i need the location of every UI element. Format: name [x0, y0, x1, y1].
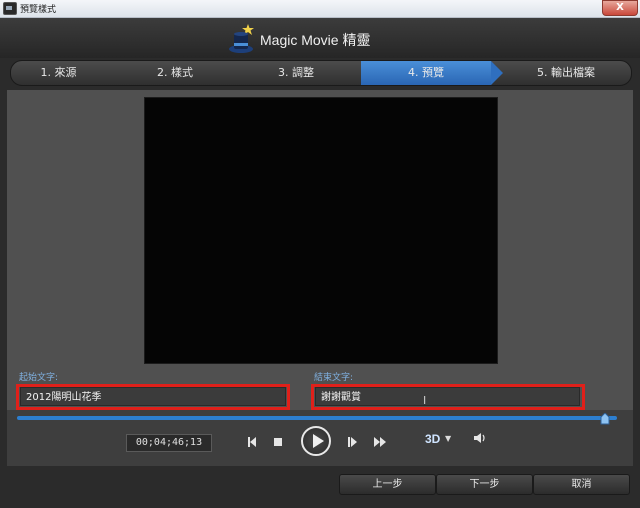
previous-step-button[interactable]: 上一步	[339, 474, 436, 495]
highlight-box-end	[311, 384, 585, 410]
step-label: 4. 預覽	[408, 66, 444, 79]
playback-progress-bar[interactable]	[17, 416, 617, 420]
preview-style-window: 預覽樣式 X Magic Movie 精靈 1. 來源 2. 樣式 3. 調整 …	[0, 0, 640, 508]
app-icon	[3, 2, 17, 15]
video-preview	[144, 97, 498, 364]
step-preview[interactable]: 4. 預覽	[361, 61, 491, 85]
highlight-box-start	[16, 384, 290, 410]
window-title: 預覽樣式	[20, 5, 57, 15]
title-bar: 預覽樣式 X	[0, 0, 640, 18]
end-text-label: 結束文字:	[314, 373, 354, 383]
3d-toggle-button[interactable]: 3D	[425, 432, 440, 446]
volume-icon[interactable]	[473, 432, 487, 444]
step-output[interactable]: 5. 輸出檔案	[501, 61, 631, 85]
fast-forward-icon[interactable]	[373, 436, 387, 448]
step-label: 2. 樣式	[157, 66, 193, 79]
magic-hat-icon	[229, 24, 254, 53]
timecode-display: 00;04;46;13	[126, 434, 212, 452]
step-source[interactable]: 1. 來源	[11, 61, 106, 85]
next-frame-icon[interactable]	[347, 436, 359, 448]
close-button[interactable]: X	[602, 0, 638, 16]
step-adjust[interactable]: 3. 調整	[236, 61, 356, 85]
step-label: 5. 輸出檔案	[537, 66, 595, 79]
player-controls: 00;04;46;13 3D ▼	[7, 410, 633, 466]
prev-frame-icon[interactable]	[247, 436, 259, 448]
cancel-button[interactable]: 取消	[533, 474, 630, 495]
stop-icon[interactable]	[272, 436, 284, 448]
progress-thumb-icon[interactable]	[600, 413, 610, 425]
app-header: Magic Movie 精靈	[0, 18, 640, 58]
step-navigation: 1. 來源 2. 樣式 3. 調整 4. 預覽 5. 輸出檔案	[10, 60, 632, 86]
step-style[interactable]: 2. 樣式	[116, 61, 234, 85]
app-name: Magic Movie 精靈	[260, 32, 371, 48]
step-label: 3. 調整	[278, 66, 314, 79]
text-cursor-icon: I	[423, 394, 427, 407]
dialog-footer: 上一步 下一步 取消	[0, 466, 640, 508]
play-icon[interactable]	[301, 426, 331, 456]
next-step-button[interactable]: 下一步	[436, 474, 533, 495]
chevron-down-icon[interactable]: ▼	[445, 434, 451, 443]
preview-area	[7, 90, 633, 410]
start-text-label: 起始文字:	[19, 373, 59, 383]
step-label: 1. 來源	[40, 66, 77, 79]
